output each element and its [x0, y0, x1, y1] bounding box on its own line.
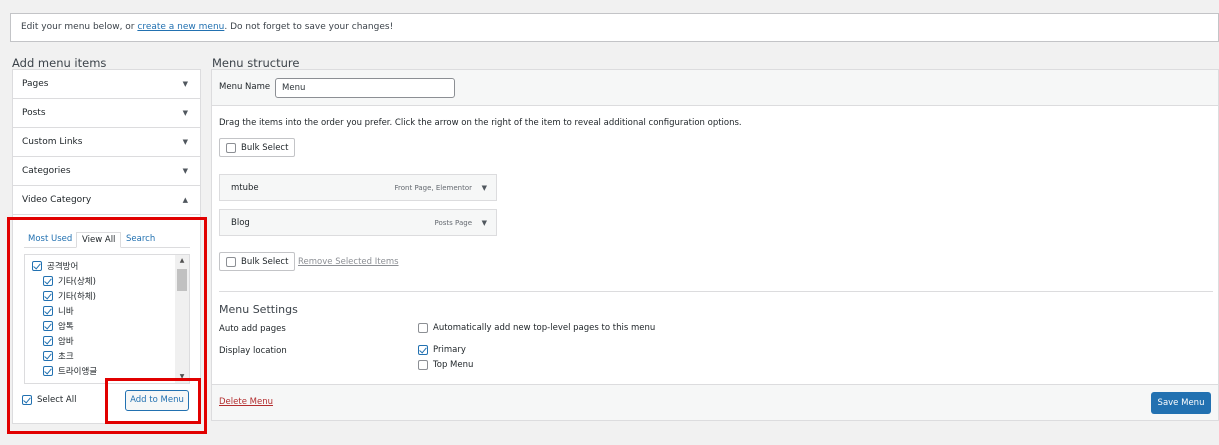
- instructions-text: Drag the items into the order you prefer…: [219, 118, 742, 128]
- location-primary[interactable]: Primary: [418, 345, 466, 355]
- notice-text-end: . Do not forget to save your changes!: [224, 22, 394, 32]
- accordion-posts[interactable]: Posts ▼: [13, 99, 200, 128]
- accordion-video-category-label: Video Category: [22, 195, 92, 205]
- menu-item-mtube[interactable]: mtube Front Page, Elementor ▼: [219, 174, 497, 201]
- checklist-item[interactable]: 니바: [43, 304, 74, 318]
- chevron-down-icon: ▼: [182, 109, 188, 117]
- video-category-tabs: Most Used View All Search: [24, 232, 190, 248]
- bulk-select-label: Bulk Select: [241, 256, 289, 267]
- checklist-item-label: 공격방어: [47, 262, 79, 272]
- checklist-item-label: 암바: [58, 337, 74, 347]
- remove-selected-items-link[interactable]: Remove Selected Items: [298, 257, 399, 267]
- video-category-checklist: 공격방어 기타(상체) 기타(하체) 니바 암톡 암바 초크 트라이앵글 ▲ ▼: [24, 254, 190, 384]
- checkbox[interactable]: [226, 142, 236, 153]
- checklist-item[interactable]: 기타(상체): [43, 274, 96, 288]
- delete-menu-link[interactable]: Delete Menu: [219, 397, 273, 407]
- menu-structure-panel: Menu Name Menu Drag the items into the o…: [211, 69, 1219, 421]
- checkbox[interactable]: [43, 291, 53, 301]
- accordion-posts-label: Posts: [22, 108, 46, 118]
- accordion-categories[interactable]: Categories ▼: [13, 157, 200, 186]
- checkbox[interactable]: [418, 323, 428, 333]
- chevron-up-icon: ▲: [182, 196, 188, 204]
- notice-text: Edit your menu below, or: [21, 22, 138, 32]
- add-to-menu-button[interactable]: Add to Menu: [125, 390, 189, 411]
- menu-item-title: Blog: [231, 218, 250, 228]
- checklist-item[interactable]: 암톡: [43, 319, 74, 333]
- menu-settings-title: Menu Settings: [219, 303, 298, 316]
- menu-item-type: Front Page, Elementor: [394, 184, 472, 192]
- checklist-item[interactable]: 초크: [43, 349, 74, 363]
- menu-structure-heading: Menu structure: [212, 56, 300, 70]
- add-menu-items-panel: Pages ▼ Posts ▼ Custom Links ▼ Categorie…: [12, 69, 201, 424]
- create-new-menu-link[interactable]: create a new menu: [137, 22, 224, 32]
- checklist-item-label: 초크: [58, 352, 74, 362]
- chevron-down-icon[interactable]: ▼: [482, 210, 487, 236]
- scroll-down-arrow-icon[interactable]: ▼: [175, 371, 189, 383]
- select-all-label: Select All: [37, 395, 77, 405]
- menu-item-type: Posts Page: [434, 219, 472, 227]
- checkbox[interactable]: [418, 360, 428, 370]
- checkbox[interactable]: [43, 336, 53, 346]
- location-top-menu[interactable]: Top Menu: [418, 360, 473, 370]
- checklist-item[interactable]: 공격방어: [32, 259, 78, 273]
- checklist-item-label: 암톡: [58, 322, 74, 332]
- save-menu-button[interactable]: Save Menu: [1151, 392, 1211, 414]
- accordion-categories-label: Categories: [22, 166, 71, 176]
- scroll-up-arrow-icon[interactable]: ▲: [175, 255, 189, 267]
- chevron-down-icon[interactable]: ▼: [482, 175, 487, 201]
- checklist-item[interactable]: 기타(하체): [43, 289, 96, 303]
- bulk-select-label: Bulk Select: [241, 142, 289, 153]
- add-menu-items-heading: Add menu items: [12, 56, 107, 70]
- menu-name-input[interactable]: Menu: [275, 78, 455, 98]
- checklist-scrollbar[interactable]: ▲ ▼: [175, 255, 189, 383]
- menu-name-header: Menu Name Menu: [212, 70, 1218, 106]
- bulk-select-button-top[interactable]: Bulk Select: [219, 138, 296, 157]
- tab-search[interactable]: Search: [126, 232, 155, 248]
- divider: [219, 291, 1213, 292]
- chevron-down-icon: ▼: [182, 80, 188, 88]
- bulk-select-button-bottom[interactable]: Bulk Select: [219, 252, 296, 271]
- chevron-down-icon: ▼: [182, 138, 188, 146]
- video-category-content: Most Used View All Search 공격방어 기타(상체) 기타…: [13, 215, 200, 423]
- checkbox[interactable]: [43, 276, 53, 286]
- checklist-item-label: 기타(상체): [58, 277, 96, 287]
- menu-item-blog[interactable]: Blog Posts Page ▼: [219, 209, 497, 236]
- accordion-pages-label: Pages: [22, 79, 49, 89]
- location-label: Top Menu: [433, 360, 474, 370]
- chevron-down-icon: ▼: [182, 167, 188, 175]
- accordion-custom-links[interactable]: Custom Links ▼: [13, 128, 200, 157]
- checkbox[interactable]: [43, 306, 53, 316]
- checklist-item-label: 트라이앵글: [58, 367, 98, 377]
- auto-add-pages-label: Auto add pages: [219, 324, 286, 334]
- accordion-pages[interactable]: Pages ▼: [13, 70, 200, 99]
- tab-view-all[interactable]: View All: [76, 232, 122, 248]
- notice-bar: Edit your menu below, or create a new me…: [10, 13, 1219, 42]
- accordion-video-category[interactable]: Video Category ▲: [13, 186, 200, 215]
- checkbox[interactable]: [418, 345, 428, 355]
- select-all-checkbox[interactable]: [22, 395, 32, 405]
- auto-add-pages-option[interactable]: Automatically add new top-level pages to…: [418, 323, 655, 333]
- checkbox[interactable]: [43, 321, 53, 331]
- checklist-item[interactable]: 트라이앵글: [43, 364, 97, 378]
- checklist-item[interactable]: 암바: [43, 334, 74, 348]
- tab-most-used[interactable]: Most Used: [28, 232, 72, 248]
- menu-name-label: Menu Name: [219, 82, 271, 92]
- menu-footer: Delete Menu Save Menu: [212, 384, 1218, 420]
- checkbox[interactable]: [43, 351, 53, 361]
- auto-add-option-label: Automatically add new top-level pages to…: [433, 323, 656, 333]
- checkbox[interactable]: [32, 261, 42, 271]
- display-location-label: Display location: [219, 346, 287, 356]
- location-label: Primary: [433, 345, 466, 355]
- accordion-custom-links-label: Custom Links: [22, 137, 83, 147]
- checkbox[interactable]: [43, 366, 53, 376]
- checklist-item-label: 기타(하체): [58, 292, 96, 302]
- scroll-thumb[interactable]: [177, 269, 187, 291]
- checklist-item-label: 니바: [58, 307, 74, 317]
- menu-item-title: mtube: [231, 183, 259, 193]
- select-all[interactable]: Select All: [22, 395, 76, 405]
- checkbox[interactable]: [226, 256, 236, 267]
